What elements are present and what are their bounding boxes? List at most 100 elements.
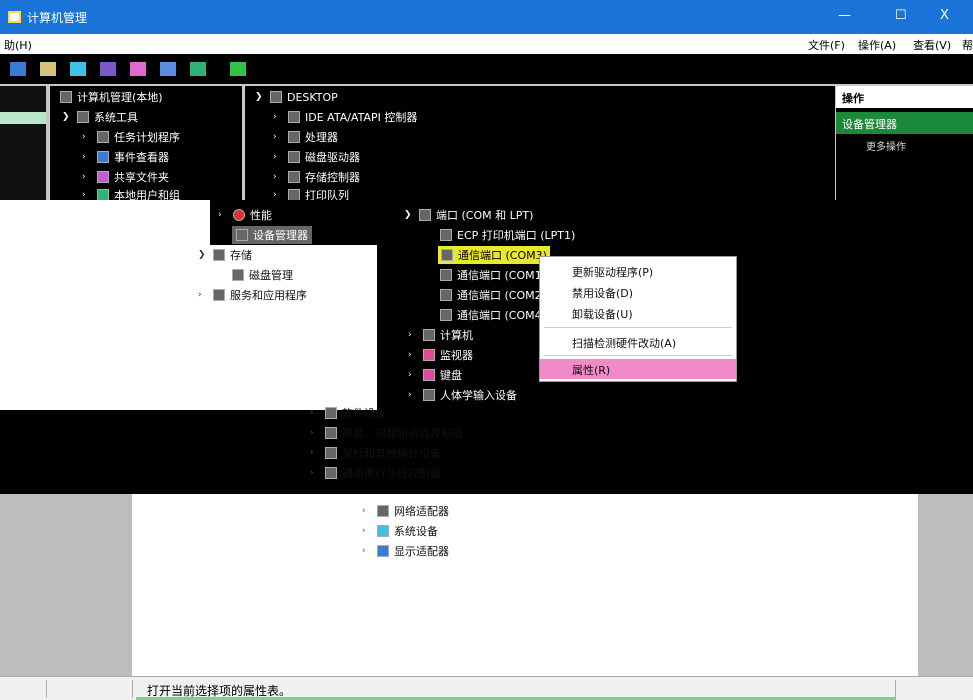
- device-category[interactable]: › 软件设备: [310, 404, 386, 422]
- keyboard-icon: [423, 369, 435, 381]
- device-port[interactable]: 通信端口 (COM4): [440, 306, 546, 324]
- device-category[interactable]: › 磁盘驱动器: [273, 148, 360, 166]
- window-title: 计算机管理: [27, 11, 88, 25]
- shared-folder-icon: [97, 171, 109, 183]
- chevron-right-icon: ›: [273, 152, 277, 162]
- menu-help-right[interactable]: 帮: [962, 37, 973, 53]
- device-ports-node[interactable]: ❯ 端口 (COM 和 LPT): [404, 206, 533, 224]
- chevron-right-icon: ›: [273, 112, 277, 122]
- device-port-selected[interactable]: 通信端口 (COM3): [438, 246, 550, 264]
- chevron-down-icon: ❯: [198, 250, 206, 260]
- ctx-separator: [544, 327, 732, 328]
- uninstall-icon[interactable]: [230, 62, 246, 76]
- console-tree-icon[interactable]: [70, 62, 86, 76]
- console-tree: 计算机管理(本地) ❯ 系统工具 › 任务计划程序 › 事件查看器 › 共享文件…: [50, 86, 242, 202]
- tree-services-apps[interactable]: › 服务和应用程序: [198, 286, 307, 304]
- port-icon: [440, 269, 452, 281]
- computer-management-icon: [8, 11, 21, 23]
- device-category[interactable]: › 存储控制器: [273, 168, 360, 186]
- help-icon[interactable]: [130, 62, 146, 76]
- tree-shared-folders[interactable]: › 共享文件夹: [82, 168, 169, 186]
- menu-help[interactable]: 助(H): [4, 37, 32, 53]
- more-actions-link[interactable]: 更多操作: [866, 138, 906, 153]
- ctx-scan-hardware[interactable]: 扫描检测硬件改动(A): [540, 332, 736, 352]
- port-icon: [419, 209, 431, 221]
- chevron-right-icon: ›: [82, 172, 86, 182]
- chevron-right-icon: ›: [218, 210, 222, 220]
- device-root[interactable]: ❯ DESKTOP: [255, 88, 338, 106]
- device-category[interactable]: › 鼠标和其他指针设备: [310, 444, 441, 462]
- tree-performance[interactable]: › 性能: [218, 206, 272, 224]
- device-category[interactable]: › 网络适配器: [362, 502, 449, 520]
- ctx-uninstall-device[interactable]: 卸载设备(U): [540, 303, 736, 323]
- back-icon[interactable]: [10, 62, 26, 76]
- tree-event-viewer[interactable]: › 事件查看器: [82, 148, 169, 166]
- device-category[interactable]: › 监视器: [408, 346, 473, 364]
- close-button[interactable]: X: [940, 8, 949, 23]
- device-category[interactable]: › 声音、视频和游戏控制器: [310, 424, 463, 442]
- computer-icon: [60, 91, 72, 103]
- software-device-icon: [325, 407, 337, 419]
- device-port-label: 通信端口 (COM4): [457, 309, 546, 322]
- chevron-down-icon: ❯: [62, 112, 70, 122]
- chevron-right-icon: ›: [408, 330, 412, 340]
- device-category[interactable]: › 人体学输入设备: [408, 386, 517, 404]
- display-adapter-icon: [377, 545, 389, 557]
- network-adapter-icon: [377, 505, 389, 517]
- white-region: [0, 200, 210, 410]
- tree-system-tools[interactable]: ❯ 系统工具: [62, 108, 138, 126]
- minimize-button[interactable]: —: [838, 8, 851, 23]
- computer-icon: [270, 91, 282, 103]
- device-port[interactable]: 通信端口 (COM2): [440, 286, 546, 304]
- chevron-right-icon: ›: [408, 370, 412, 380]
- maximize-button[interactable]: ☐: [895, 8, 907, 23]
- ctx-update-driver[interactable]: 更新驱动程序(P): [540, 261, 736, 281]
- device-category-label: IDE ATA/ATAPI 控制器: [305, 111, 418, 124]
- chevron-right-icon: ›: [408, 390, 412, 400]
- device-category[interactable]: › 系统设备: [362, 522, 438, 540]
- export-icon[interactable]: [160, 62, 176, 76]
- chevron-right-icon: ›: [273, 190, 277, 200]
- device-category[interactable]: › 键盘: [408, 366, 462, 384]
- storage-controller-icon: [288, 171, 300, 183]
- chevron-down-icon: ❯: [404, 210, 412, 220]
- actions-section-device-manager[interactable]: 设备管理器: [836, 112, 973, 134]
- monitor-icon: [423, 349, 435, 361]
- chevron-right-icon: ›: [82, 132, 86, 142]
- tree-item-label: 存储: [230, 249, 252, 262]
- properties-icon[interactable]: [100, 62, 116, 76]
- actions-pane: 操作 设备管理器 更多操作: [836, 86, 973, 200]
- device-category[interactable]: › 通用串行总线控制器: [310, 464, 441, 482]
- services-icon: [213, 289, 225, 301]
- tree-task-scheduler[interactable]: › 任务计划程序: [82, 128, 180, 146]
- device-category-label: 鼠标和其他指针设备: [342, 447, 441, 460]
- device-category-label: 磁盘驱动器: [305, 151, 360, 164]
- device-category[interactable]: › IDE ATA/ATAPI 控制器: [273, 108, 417, 126]
- device-port[interactable]: ECP 打印机端口 (LPT1): [440, 226, 575, 244]
- ctx-properties[interactable]: 属性(R): [540, 359, 736, 379]
- menu-view[interactable]: 查看(V): [913, 37, 951, 53]
- performance-icon: [233, 209, 245, 221]
- usb-icon: [325, 467, 337, 479]
- disk-management-icon: [232, 269, 244, 281]
- scan-icon[interactable]: [190, 62, 206, 76]
- chevron-right-icon: ›: [362, 526, 366, 536]
- tree-disk-management[interactable]: 磁盘管理: [232, 266, 293, 284]
- device-category-label: 系统设备: [394, 525, 438, 538]
- port-icon: [440, 229, 452, 241]
- tree-root[interactable]: 计算机管理(本地): [60, 88, 163, 106]
- tree-device-manager[interactable]: 设备管理器: [232, 226, 312, 244]
- menu-bar: 助(H) 文件(F) 操作(A) 查看(V) 帮: [0, 34, 973, 54]
- sound-icon: [325, 427, 337, 439]
- menu-file[interactable]: 文件(F): [808, 37, 845, 53]
- tree-storage[interactable]: ❯ 存储: [198, 246, 252, 264]
- up-icon[interactable]: [40, 62, 56, 76]
- ctx-disable-device[interactable]: 禁用设备(D): [540, 282, 736, 302]
- menu-action[interactable]: 操作(A): [858, 37, 896, 53]
- device-category[interactable]: › 计算机: [408, 326, 473, 344]
- device-category[interactable]: › 显示适配器: [362, 542, 449, 560]
- device-port[interactable]: 通信端口 (COM1): [440, 266, 546, 284]
- left-strip: [0, 86, 46, 200]
- device-category[interactable]: › 处理器: [273, 128, 338, 146]
- device-manager-icon: [236, 229, 248, 241]
